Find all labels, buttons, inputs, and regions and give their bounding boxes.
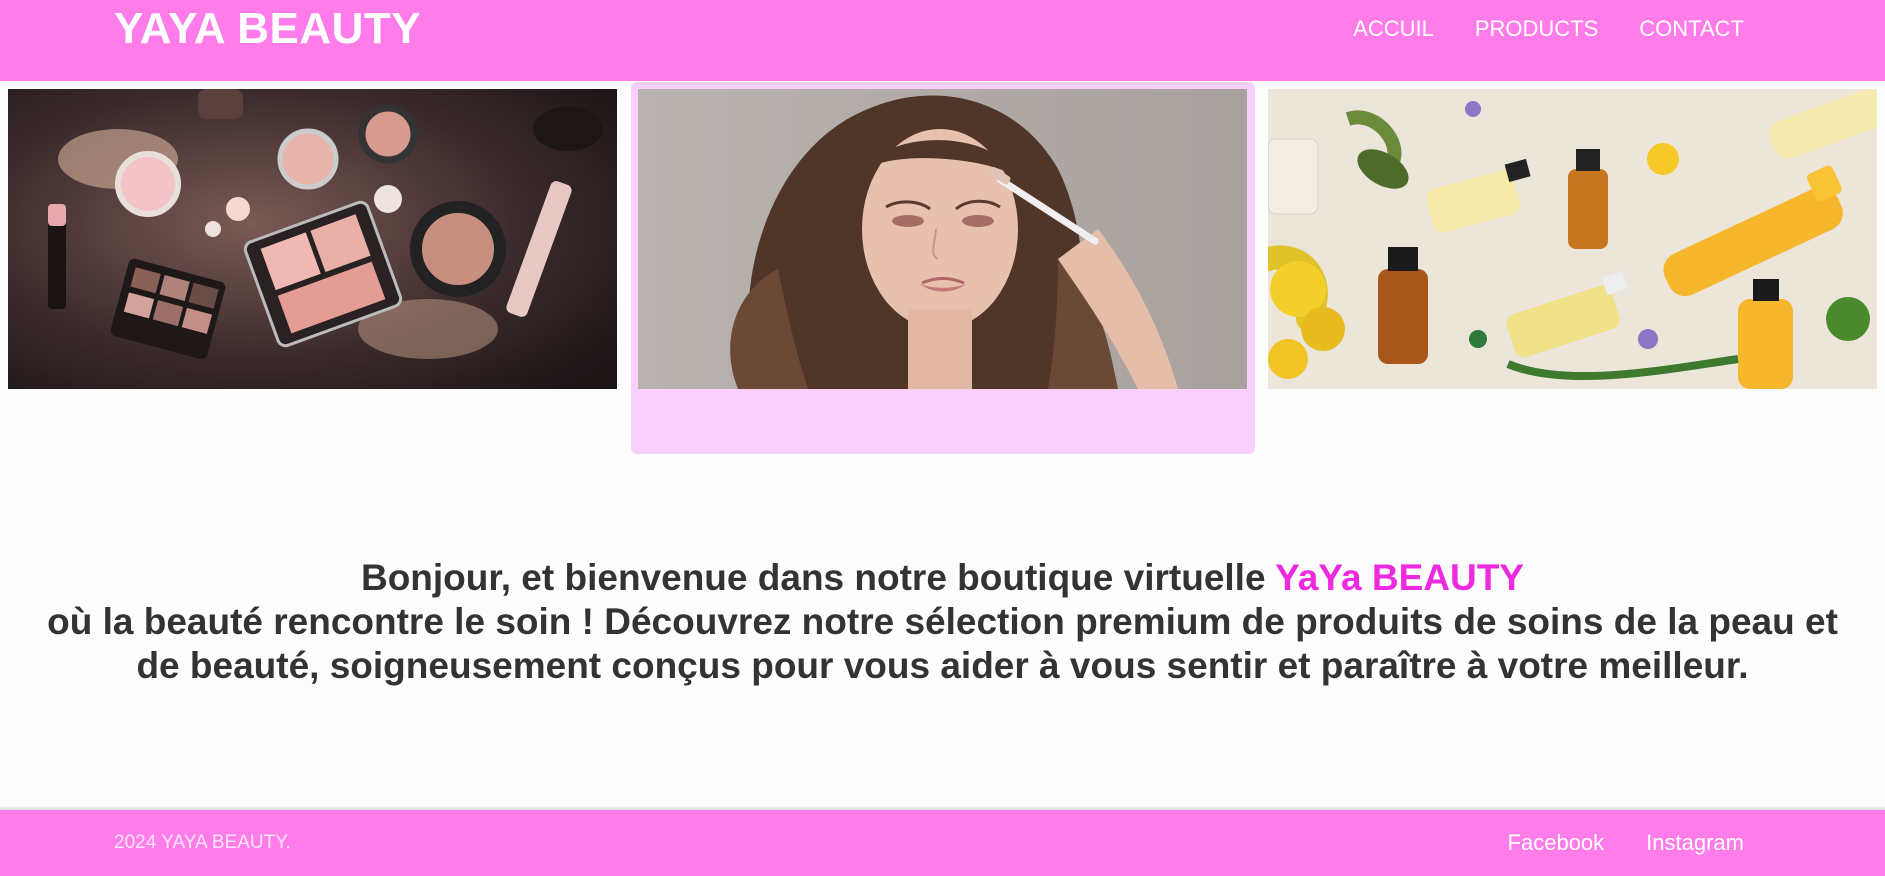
skincare-illustration <box>1268 89 1877 389</box>
skincare-bottles-image[interactable] <box>1268 89 1877 389</box>
welcome-line-1: Bonjour, et bienvenue dans notre boutiqu… <box>0 556 1885 600</box>
welcome-brand-name: YaYa BEAUTY <box>1275 557 1524 598</box>
facebook-link[interactable]: Facebook <box>1508 830 1605 856</box>
nav-contact[interactable]: CONTACT <box>1639 16 1744 42</box>
welcome-line-3: de beauté, soigneusement conçus pour vou… <box>136 645 1749 686</box>
welcome-intro-text: Bonjour, et bienvenue dans notre boutiqu… <box>360 557 1276 598</box>
site-footer: 2024 YAYA BEAUTY. Facebook Instagram <box>0 810 1885 876</box>
welcome-message: Bonjour, et bienvenue dans notre boutiqu… <box>0 556 1885 688</box>
brand-logo[interactable]: YAYA BEAUTY <box>114 4 421 54</box>
portrait-illustration <box>638 89 1247 389</box>
copyright-text: 2024 YAYA BEAUTY. <box>114 832 291 853</box>
main-nav: ACCUIL PRODUCTS CONTACT <box>1353 16 1744 42</box>
woman-applying-eyeshadow-image[interactable] <box>638 89 1247 389</box>
social-links: Facebook Instagram <box>1508 830 1744 856</box>
makeup-products-image[interactable] <box>8 89 617 389</box>
makeup-illustration <box>8 89 617 389</box>
welcome-line-2: où la beauté rencontre le soin ! Découvr… <box>47 601 1838 642</box>
nav-products[interactable]: PRODUCTS <box>1475 16 1598 42</box>
image-gallery <box>0 81 1885 461</box>
instagram-link[interactable]: Instagram <box>1646 830 1744 856</box>
nav-accueil[interactable]: ACCUIL <box>1353 16 1434 42</box>
site-header: YAYA BEAUTY ACCUIL PRODUCTS CONTACT <box>0 0 1885 81</box>
